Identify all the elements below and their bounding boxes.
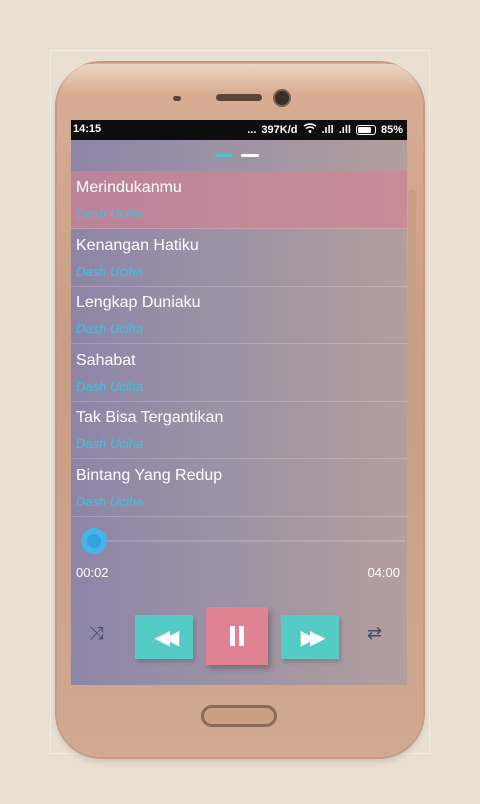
- earpiece: [216, 94, 262, 101]
- status-bar: 14:15 ... 397K/d .ıll .ıll 85%: [71, 120, 407, 140]
- song-title: Tak Bisa Tergantikan: [76, 409, 224, 426]
- song-artist: Dash Uciha: [76, 264, 144, 279]
- playlist-item-current[interactable]: Merindukanmu Dash Uciha: [71, 171, 407, 229]
- battery-level: 85%: [380, 123, 403, 136]
- song-title: Merindukanmu: [76, 179, 182, 196]
- fast-forward-icon: ▶▶: [300, 626, 326, 649]
- page-indicator: [215, 154, 259, 157]
- song-artist: Dash Uciha: [76, 206, 144, 221]
- previous-button[interactable]: ◀◀: [135, 615, 193, 659]
- proximity-sensor: [173, 96, 181, 101]
- signal-icon: .ıll: [321, 123, 334, 136]
- song-artist: Dash Uciha: [76, 379, 144, 394]
- song-artist: Dash Uciha: [76, 494, 144, 509]
- total-duration: 04:00: [367, 565, 400, 580]
- song-artist: Dash Uciha: [76, 436, 144, 451]
- song-artist: Dash Uciha: [76, 321, 144, 336]
- playlist-item[interactable]: Lengkap Duniaku Dash Uciha: [71, 286, 407, 344]
- phone-highlight: [60, 64, 420, 94]
- rewind-icon: ◀◀: [154, 626, 180, 649]
- song-title: Bintang Yang Redup: [76, 467, 223, 484]
- playlist-item[interactable]: Bintang Yang Redup Dash Uciha: [71, 459, 407, 517]
- next-button[interactable]: ▶▶: [281, 615, 339, 659]
- more-dots: ...: [247, 123, 257, 136]
- song-title: Lengkap Duniaku: [76, 294, 201, 311]
- seek-handle[interactable]: [81, 528, 107, 554]
- phone-screen: 14:15 ... 397K/d .ıll .ıll 85% Merinduka…: [71, 120, 407, 685]
- wifi-icon: [303, 123, 317, 136]
- network-speed: 397K/d: [261, 123, 298, 136]
- page-dot-active[interactable]: [241, 154, 259, 157]
- song-title: Kenangan Hatiku: [76, 237, 199, 254]
- pause-button[interactable]: [206, 607, 268, 665]
- pause-icon: [228, 626, 246, 646]
- seek-bar[interactable]: [93, 540, 405, 542]
- signal-icon-2: .ıll: [338, 123, 351, 136]
- playlist-item[interactable]: Sahabat Dash Uciha: [71, 344, 407, 402]
- shuffle-icon[interactable]: ⤨: [89, 623, 103, 644]
- volume-button: [408, 190, 416, 390]
- front-camera: [275, 91, 289, 105]
- page-dot[interactable]: [215, 154, 233, 157]
- battery-icon: [355, 124, 376, 135]
- status-icons: ... 397K/d .ıll .ıll 85%: [247, 123, 403, 136]
- playlist-item[interactable]: Kenangan Hatiku Dash Uciha: [71, 229, 407, 287]
- song-title: Sahabat: [76, 352, 136, 369]
- repeat-icon[interactable]: ⇄: [367, 623, 382, 644]
- home-button: [201, 705, 277, 727]
- playlist-item[interactable]: Tak Bisa Tergantikan Dash Uciha: [71, 401, 407, 459]
- elapsed-time: 00:02: [76, 565, 109, 580]
- status-time: 14:15: [73, 123, 102, 135]
